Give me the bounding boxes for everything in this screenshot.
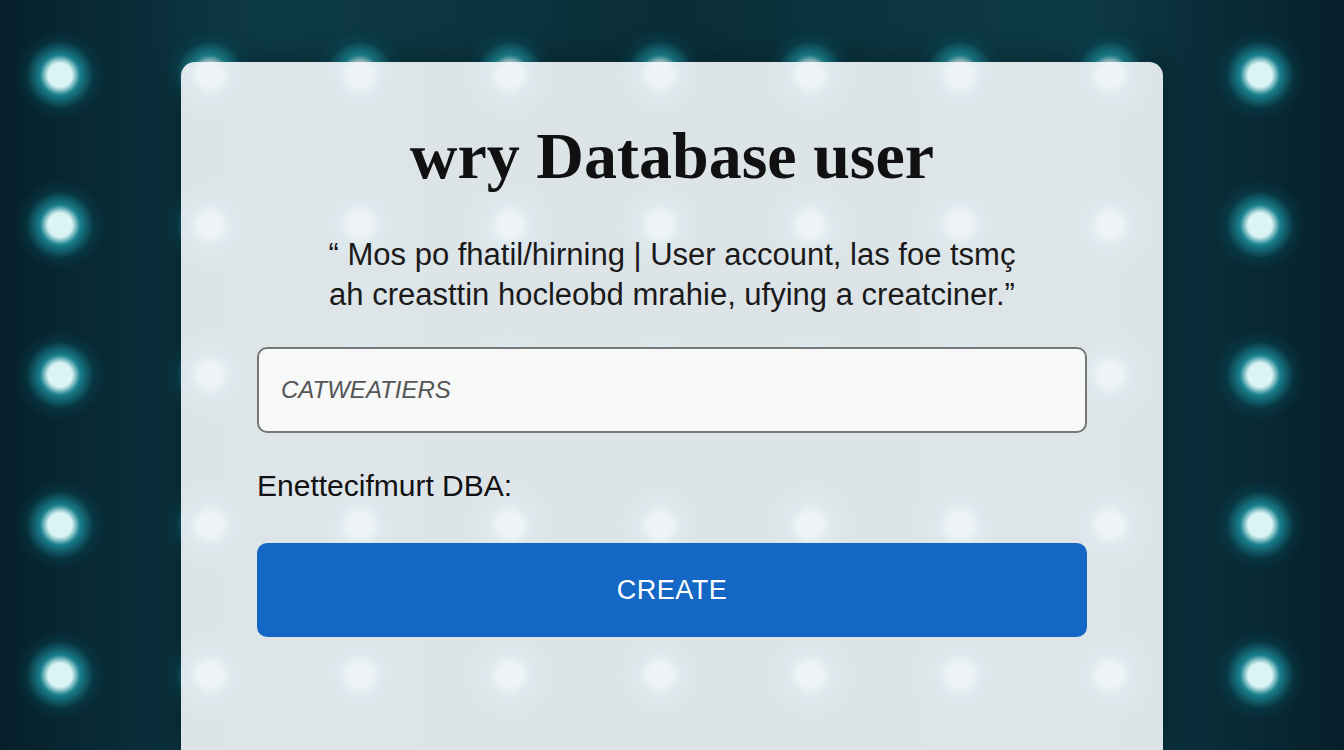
description: “ Mos po fhatil/hirning | User account, … <box>329 235 1016 316</box>
description-line: “ Mos po fhatil/hirning | User account, … <box>329 235 1016 275</box>
username-field[interactable] <box>257 347 1087 433</box>
create-user-card: wry Database user “ Mos po fhatil/hirning… <box>181 62 1163 750</box>
create-button[interactable]: CREATE <box>257 543 1087 637</box>
description-line: ah creasttin hocleobd mrahie, ufying a c… <box>329 275 1015 315</box>
dba-label: Enettecifmurt DBA: <box>257 469 512 503</box>
page-title: wry Database user <box>410 120 934 193</box>
